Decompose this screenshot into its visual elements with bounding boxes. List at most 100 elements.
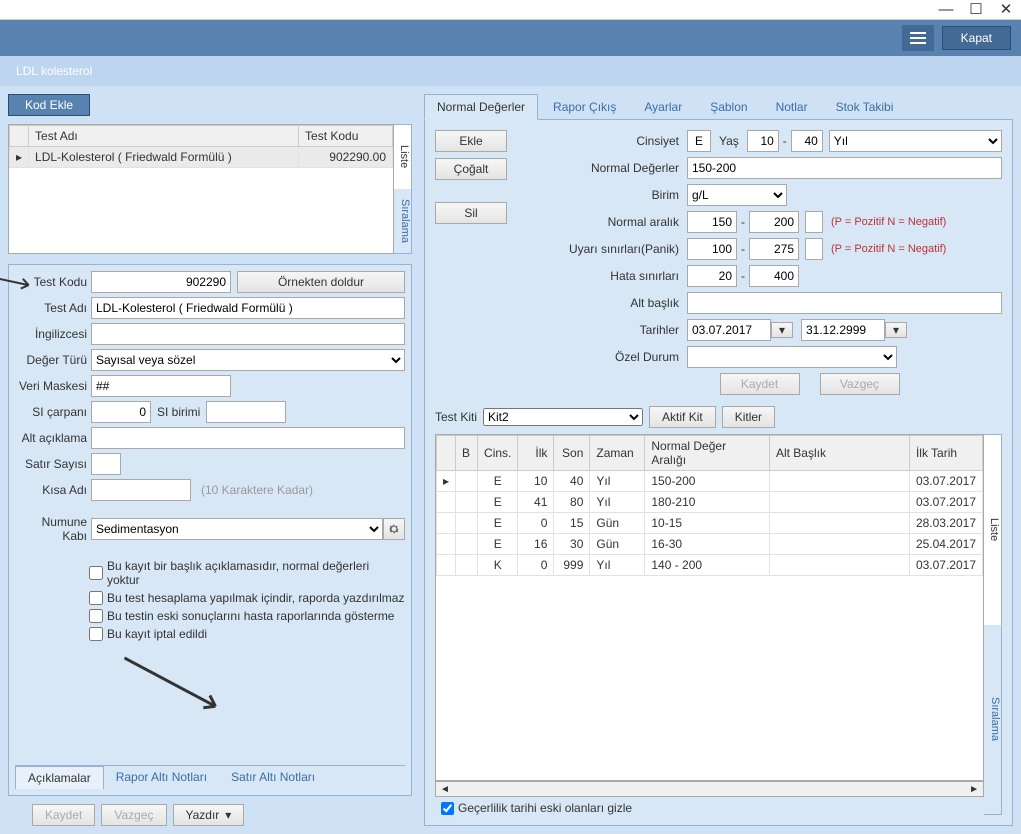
col-aralik[interactable]: Normal Değer Aralığı [645, 436, 770, 471]
table-row[interactable]: E015Gün10-1528.03.2017 [437, 513, 983, 534]
nv-kaydet-button[interactable]: Kaydet [720, 373, 800, 395]
col-b[interactable]: B [456, 436, 478, 471]
tab-aciklamalar[interactable]: Açıklamalar [15, 766, 104, 789]
col-son[interactable]: Son [554, 436, 590, 471]
numune-kabi-select[interactable]: Sedimentasyon [91, 518, 383, 540]
label-si-carpani: SI çarpanı [15, 405, 91, 419]
yas-ilk-input[interactable] [747, 130, 779, 152]
date-picker-icon[interactable]: ▾ [771, 322, 793, 338]
tab-satir-alti[interactable]: Satır Altı Notları [219, 766, 327, 789]
uyari-max-input[interactable] [749, 238, 799, 260]
menu-icon[interactable] [902, 25, 934, 51]
table-row[interactable]: ▸E1040Yıl150-20003.07.2017 [437, 471, 983, 492]
tab-ayarlar[interactable]: Ayarlar [631, 94, 695, 120]
gear-icon[interactable] [383, 518, 405, 540]
test-kodu-input[interactable] [91, 271, 231, 293]
kit-grid[interactable]: B Cins. İlk Son Zaman Normal Değer Aralı… [435, 434, 984, 781]
deger-turu-select[interactable]: Sayısal veya sözel [91, 349, 405, 371]
window-close-button[interactable]: ✕ [991, 0, 1021, 20]
vtab-liste[interactable]: Liste [394, 125, 411, 189]
alt-aciklama-input[interactable] [91, 427, 405, 449]
test-kiti-select[interactable]: Kit2 [483, 408, 643, 426]
satir-sayisi-input[interactable] [91, 453, 121, 475]
tab-stok-takibi[interactable]: Stok Takibi [823, 94, 907, 120]
vazgec-button[interactable]: Vazgeç [101, 804, 166, 826]
normal-degerler-input[interactable] [687, 157, 1002, 179]
vtab-kit-siralama[interactable]: Sıralama [984, 625, 1001, 815]
date-picker-icon[interactable]: ▾ [885, 322, 907, 338]
tab-notlar[interactable]: Notlar [763, 94, 821, 120]
sil-button[interactable]: Sil [435, 202, 507, 224]
tarih-bitis-input[interactable] [801, 319, 885, 341]
vtab-siralama[interactable]: Sıralama [394, 189, 411, 253]
tab-sablon[interactable]: Şablon [697, 94, 760, 120]
check-baslik-aciklama[interactable]: Bu kayıt bir başlık açıklamasıdır, norma… [15, 559, 405, 587]
ingilizcesi-input[interactable] [91, 323, 405, 345]
test-adi-input[interactable] [91, 297, 405, 319]
kisa-adi-input[interactable] [91, 479, 191, 501]
vtab-kit-liste[interactable]: Liste [984, 435, 1001, 625]
normal-aralik-pn-input[interactable] [805, 211, 823, 233]
label-test-kiti: Test Kiti [435, 410, 477, 424]
check-gecerlilik-gizle[interactable]: Geçerlilik tarihi eski olanları gizle [435, 797, 984, 815]
check-iptal[interactable]: Bu kayıt iptal edildi [15, 627, 405, 641]
col-test-adi[interactable]: Test Adı [29, 126, 299, 147]
test-list-grid[interactable]: Test Adı Test Kodu ▸ LDL-Kolesterol ( Fr… [8, 124, 394, 254]
window-minimize-button[interactable]: — [931, 0, 961, 20]
tab-rapor-cikis[interactable]: Rapor Çıkış [540, 94, 629, 120]
uyari-min-input[interactable] [687, 238, 737, 260]
cell-test-code: 902290.00 [299, 147, 393, 168]
veri-maskesi-input[interactable] [91, 375, 231, 397]
table-row[interactable]: E1630Gün16-3025.04.2017 [437, 534, 983, 555]
aktif-kit-button[interactable]: Aktif Kit [649, 406, 716, 428]
window-titlebar: — ☐ ✕ [0, 0, 1021, 20]
label-alt-baslik: Alt başlık [517, 296, 687, 310]
si-birimi-input[interactable] [206, 401, 286, 423]
label-alt-aciklama: Alt açıklama [15, 431, 91, 445]
ekle-button[interactable]: Ekle [435, 130, 507, 152]
yazdir-button[interactable]: Yazdır▾ [173, 804, 245, 826]
tab-normal-degerler[interactable]: Normal Değerler [424, 94, 538, 120]
hata-max-input[interactable] [749, 265, 799, 287]
col-test-kodu[interactable]: Test Kodu [299, 126, 393, 147]
birim-select[interactable]: g/L [687, 184, 787, 206]
yas-unit-select[interactable]: Yıl [829, 130, 1002, 152]
close-button[interactable]: Kapat [942, 26, 1011, 50]
tarih-baslangic-input[interactable] [687, 319, 771, 341]
normal-aralik-min-input[interactable] [687, 211, 737, 233]
col-alt-baslik[interactable]: Alt Başlık [769, 436, 909, 471]
chevron-down-icon: ▾ [225, 808, 231, 822]
alt-baslik-input[interactable] [687, 292, 1002, 314]
check-eski-sonuc[interactable]: Bu testin eski sonuçlarını hasta raporla… [15, 609, 405, 623]
tab-rapor-alti[interactable]: Rapor Altı Notları [104, 766, 219, 789]
table-row[interactable]: E4180Yıl180-21003.07.2017 [437, 492, 983, 513]
window-maximize-button[interactable]: ☐ [961, 0, 991, 20]
check-hesaplama[interactable]: Bu test hesaplama yapılmak içindir, rapo… [15, 591, 405, 605]
col-cins[interactable]: Cins. [478, 436, 518, 471]
label-test-adi: Test Adı [15, 301, 91, 315]
label-uyari-sinirlari: Uyarı sınırları(Panik) [517, 242, 687, 256]
col-ilk-tarih[interactable]: İlk Tarih [909, 436, 982, 471]
arrow-icon [0, 270, 40, 294]
horizontal-scrollbar[interactable]: ◄► [435, 781, 984, 797]
cinsiyet-input[interactable] [687, 130, 711, 152]
table-row[interactable]: ▸ LDL-Kolesterol ( Friedwald Formülü ) 9… [10, 147, 393, 168]
ornekten-doldur-button[interactable]: Örnekten doldur [237, 271, 405, 293]
si-carpani-input[interactable] [91, 401, 151, 423]
hata-min-input[interactable] [687, 265, 737, 287]
kitler-button[interactable]: Kitler [722, 406, 775, 428]
normal-aralik-max-input[interactable] [749, 211, 799, 233]
col-zaman[interactable]: Zaman [590, 436, 645, 471]
uyari-pn-input[interactable] [805, 238, 823, 260]
kod-ekle-button[interactable]: Kod Ekle [8, 94, 90, 116]
yas-son-input[interactable] [791, 130, 823, 152]
table-row[interactable]: K0999Yıl140 - 20003.07.2017 [437, 555, 983, 576]
label-si-birimi: SI birimi [151, 405, 206, 419]
page-title-bar: LDL kolesterol [0, 56, 1021, 86]
label-tarihler: Tarihler [517, 323, 687, 337]
kaydet-button[interactable]: Kaydet [32, 804, 95, 826]
cogalt-button[interactable]: Çoğalt [435, 158, 507, 180]
nv-vazgec-button[interactable]: Vazgeç [820, 373, 900, 395]
col-ilk[interactable]: İlk [518, 436, 554, 471]
ozel-durum-select[interactable] [687, 346, 897, 368]
